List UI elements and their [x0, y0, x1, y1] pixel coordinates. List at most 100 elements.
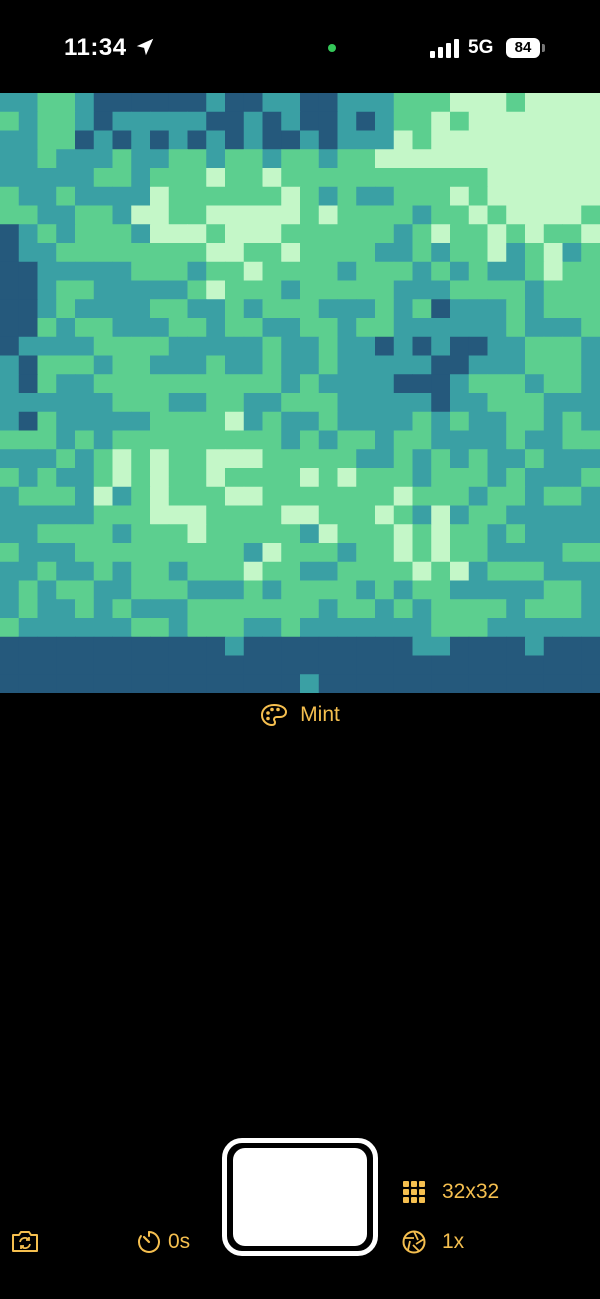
shutter-button[interactable] — [222, 1138, 378, 1256]
preview-pixel — [18, 505, 38, 525]
preview-pixel — [487, 243, 507, 263]
preview-pixel — [281, 430, 301, 450]
zoom-button[interactable]: 1x — [402, 1228, 464, 1256]
preview-pixel — [562, 168, 582, 188]
preview-pixel — [112, 224, 132, 244]
preview-pixel — [75, 243, 95, 263]
preview-pixel — [318, 261, 338, 281]
preview-pixel — [525, 486, 545, 506]
preview-pixel — [375, 168, 395, 188]
preview-pixel — [262, 111, 282, 131]
preview-pixel — [112, 580, 132, 600]
preview-pixel — [187, 430, 207, 450]
preview-pixel — [93, 505, 113, 525]
preview-pixel — [581, 280, 600, 300]
preview-pixel — [93, 543, 113, 563]
preview-pixel — [262, 674, 282, 693]
preview-pixel — [150, 430, 170, 450]
preview-pixel — [356, 486, 376, 506]
preview-pixel — [393, 580, 413, 600]
preview-pixel — [581, 393, 600, 413]
palette-selector[interactable]: Mint — [0, 700, 600, 730]
preview-pixel — [375, 243, 395, 263]
preview-pixel — [543, 299, 563, 319]
preview-pixel — [0, 318, 20, 338]
timer-button[interactable]: 0s — [136, 1228, 190, 1256]
preview-pixel — [581, 430, 600, 450]
preview-pixel — [300, 505, 320, 525]
preview-pixel — [487, 168, 507, 188]
preview-pixel — [56, 505, 76, 525]
preview-pixel — [262, 618, 282, 638]
preview-pixel — [393, 149, 413, 169]
preview-pixel — [581, 149, 600, 169]
camera-in-use-indicator — [328, 44, 336, 52]
preview-pixel — [18, 355, 38, 375]
preview-pixel — [300, 580, 320, 600]
preview-pixel — [337, 411, 357, 431]
preview-pixel — [206, 636, 226, 656]
preview-pixel — [487, 449, 507, 469]
preview-pixel — [450, 561, 470, 581]
preview-pixel — [581, 561, 600, 581]
preview-pixel — [487, 355, 507, 375]
preview-pixel — [581, 186, 600, 206]
preview-pixel — [93, 374, 113, 394]
preview-pixel — [262, 280, 282, 300]
preview-pixel — [243, 336, 263, 356]
pixel-camera-preview[interactable] — [0, 93, 600, 693]
preview-pixel — [562, 599, 582, 619]
preview-pixel — [468, 674, 488, 693]
preview-pixel — [450, 243, 470, 263]
preview-pixel — [450, 130, 470, 150]
preview-pixel — [75, 674, 95, 693]
preview-pixel — [0, 374, 20, 394]
preview-pixel — [37, 224, 57, 244]
preview-pixel — [168, 280, 188, 300]
preview-pixel — [431, 580, 451, 600]
preview-pixel — [412, 299, 432, 319]
preview-pixel — [468, 224, 488, 244]
preview-pixel — [581, 224, 600, 244]
preview-pixel — [506, 674, 526, 693]
preview-pixel — [262, 393, 282, 413]
preview-pixel — [93, 280, 113, 300]
preview-pixel — [131, 374, 151, 394]
preview-pixel — [468, 168, 488, 188]
preview-pixel — [131, 655, 151, 675]
preview-pixel — [112, 111, 132, 131]
preview-pixel — [206, 449, 226, 469]
preview-pixel — [412, 524, 432, 544]
preview-pixel — [393, 543, 413, 563]
preview-pixel — [318, 449, 338, 469]
preview-pixel — [506, 355, 526, 375]
preview-pixel — [412, 636, 432, 656]
preview-pixel — [487, 224, 507, 244]
preview-pixel — [281, 468, 301, 488]
preview-pixel — [281, 243, 301, 263]
preview-pixel — [375, 261, 395, 281]
preview-pixel — [75, 505, 95, 525]
preview-pixel — [262, 224, 282, 244]
preview-pixel — [581, 411, 600, 431]
preview-pixel — [375, 318, 395, 338]
preview-pixel — [375, 655, 395, 675]
preview-pixel — [56, 618, 76, 638]
camera-flip-icon[interactable] — [10, 1227, 40, 1255]
preview-pixel — [0, 430, 20, 450]
preview-pixel — [37, 149, 57, 169]
preview-pixel — [468, 393, 488, 413]
preview-pixel — [337, 130, 357, 150]
preview-pixel — [150, 580, 170, 600]
resolution-button[interactable]: 32x32 — [402, 1178, 499, 1206]
preview-pixel — [243, 674, 263, 693]
preview-pixel — [112, 355, 132, 375]
preview-pixel — [318, 186, 338, 206]
preview-pixel — [206, 205, 226, 225]
preview-pixel — [206, 374, 226, 394]
preview-pixel — [75, 374, 95, 394]
status-time: 11:34 — [64, 34, 127, 61]
preview-pixel — [262, 411, 282, 431]
preview-pixel — [112, 261, 132, 281]
preview-pixel — [206, 580, 226, 600]
